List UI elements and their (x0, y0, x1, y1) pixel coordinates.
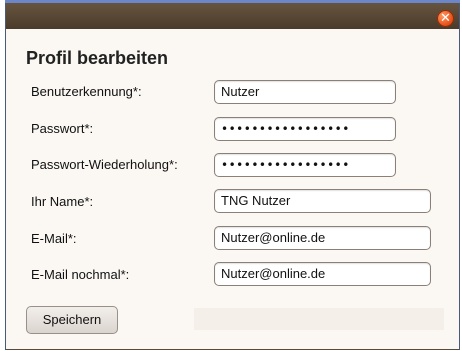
password-input[interactable]: ••••••••••••••••• (214, 117, 396, 141)
save-button[interactable]: Speichern (26, 306, 118, 334)
dialog-title: Profil bearbeiten (26, 48, 169, 68)
name-label: Ihr Name*: (31, 194, 94, 209)
username-input[interactable]: Nutzer (214, 80, 396, 104)
profile-dialog: ✕ Profil bearbeiten Benutzerkennung*: Nu… (5, 0, 460, 350)
dialog-titlebar[interactable]: ✕ (6, 3, 459, 29)
username-label: Benutzerkennung*: (31, 84, 142, 99)
email-repeat-label: E-Mail nochmal*: (31, 267, 130, 282)
status-area (194, 308, 444, 330)
email-label: E-Mail*: (31, 231, 77, 246)
password-repeat-label: Passwort-Wiederholung*: (31, 157, 178, 172)
email-input[interactable]: Nutzer@online.de (214, 226, 431, 250)
dialog-content: Profil bearbeiten Benutzerkennung*: Nutz… (6, 29, 459, 349)
close-icon[interactable]: ✕ (437, 10, 454, 27)
password-repeat-input[interactable]: ••••••••••••••••• (214, 153, 396, 177)
email-repeat-input[interactable]: Nutzer@online.de (214, 262, 431, 286)
name-input[interactable]: TNG Nutzer (214, 189, 431, 213)
password-label: Passwort*: (31, 121, 94, 136)
